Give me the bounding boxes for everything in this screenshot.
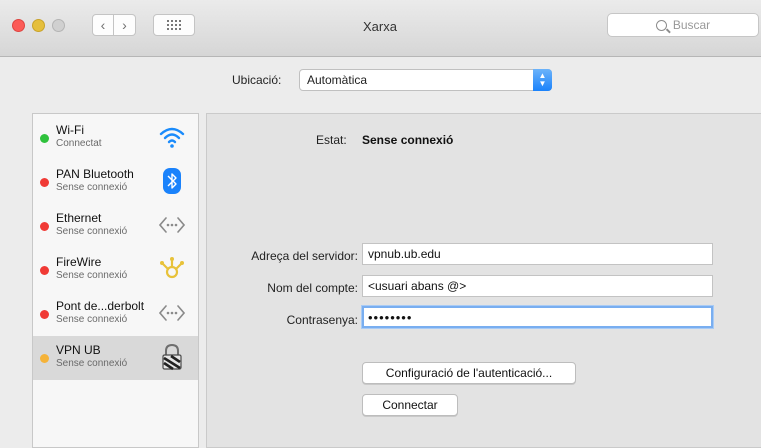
password-field[interactable]: •••••••• [362,306,713,328]
window-title: Xarxa [363,19,397,34]
status-dot [40,354,49,363]
minimize-window-button[interactable] [32,19,45,32]
chevron-updown-icon: ▲ ▼ [533,69,552,91]
service-status: Sense connexió [56,358,128,369]
grid-icon [167,20,181,30]
show-all-button[interactable] [153,14,195,36]
service-item-wifi[interactable]: Wi-Fi Connectat [33,116,198,160]
service-name: VPN UB [56,343,101,357]
connect-button[interactable]: Connectar [362,394,458,416]
chevron-right-icon: › [122,17,127,33]
service-list: Wi-Fi Connectat PAN Bluetooth Sense conn… [32,113,199,448]
authentication-settings-button[interactable]: Configuració de l'autenticació... [362,362,576,384]
location-value: Automàtica [307,73,368,87]
status-dot [40,310,49,319]
ethernet-icon [159,212,185,238]
service-name: Wi-Fi [56,123,84,137]
thunderbolt-bridge-icon [159,300,185,326]
bluetooth-icon [159,168,185,194]
search-field[interactable]: Buscar [607,13,759,37]
password-label: Contrasenya: [286,313,358,327]
status-dot [40,134,49,143]
network-preferences-window: ‹ › Xarxa Buscar Ubicació: Automàtica ▲ ▼… [0,0,761,448]
service-status: Sense connexió [56,182,128,193]
forward-button[interactable]: › [114,14,136,36]
service-status: Sense connexió [56,314,128,325]
firewire-icon [159,256,185,282]
account-name-field[interactable]: <usuari abans @> [362,275,713,297]
location-select[interactable]: Automàtica ▲ ▼ [299,69,552,91]
back-button[interactable]: ‹ [92,14,114,36]
service-name: Pont de...derbolt [56,299,145,313]
close-window-button[interactable] [12,19,25,32]
location-label: Ubicació: [232,73,282,87]
vpn-lock-icon [159,343,185,371]
service-item-pan-bluetooth[interactable]: PAN Bluetooth Sense connexió [33,160,198,204]
service-status: Sense connexió [56,270,128,281]
search-icon [655,19,667,31]
title-bar: ‹ › Xarxa Buscar [0,0,761,57]
server-address-label: Adreça del servidor: [251,249,358,263]
service-item-ethernet[interactable]: Ethernet Sense connexió [33,204,198,248]
status-dot [40,178,49,187]
wifi-icon [159,124,185,150]
status-label: Estat: [316,133,347,147]
zoom-window-button[interactable] [52,19,65,32]
service-name: PAN Bluetooth [56,167,134,181]
service-name: Ethernet [56,211,102,225]
service-name: FireWire [56,255,102,269]
status-dot [40,266,49,275]
service-status: Sense connexió [56,226,128,237]
service-item-firewire[interactable]: FireWire Sense connexió [33,248,198,292]
chevron-left-icon: ‹ [100,17,106,33]
service-item-vpn-ub[interactable]: VPN UB Sense connexió [33,336,198,380]
service-item-thunderbolt-bridge[interactable]: Pont de...derbolt Sense connexió [33,292,198,336]
server-address-field[interactable]: vpnub.ub.edu [362,243,713,265]
search-placeholder: Buscar [672,18,711,32]
status-dot [40,222,49,231]
service-status: Connectat [56,138,102,149]
status-value: Sense connexió [362,133,454,147]
account-name-label: Nom del compte: [267,281,358,295]
